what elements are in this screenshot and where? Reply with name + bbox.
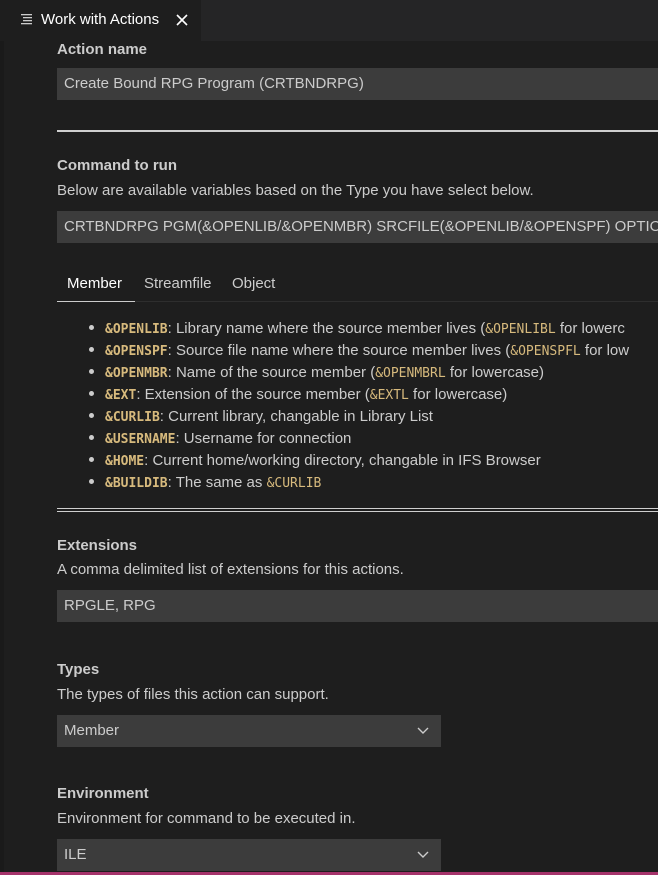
- active-tab-indicator: [57, 301, 135, 302]
- types-selected-value: Member: [64, 722, 120, 739]
- extensions-label: Extensions: [57, 537, 138, 554]
- variable-tail: for low: [580, 342, 630, 359]
- variable-name: &OPENSPF: [105, 344, 168, 359]
- command-label: Command to run: [57, 157, 177, 174]
- list-item: &EXT: Extension of the source member (&E…: [89, 386, 507, 403]
- tab-title: Work with Actions: [41, 11, 160, 28]
- bullet: [89, 478, 94, 484]
- bullet: [89, 434, 94, 440]
- variable-alt: &OPENSPFL: [510, 344, 581, 359]
- variable-tail: for lowerc: [555, 320, 625, 337]
- variable-name: &OPENMBR: [105, 366, 168, 381]
- environment-label: Environment: [57, 785, 149, 802]
- action-name-label: Action name: [57, 41, 148, 58]
- variable-name: &OPENLIB: [105, 322, 168, 337]
- list-item: &OPENSPF: Source file name where the sou…: [89, 342, 629, 359]
- bullet: [89, 456, 94, 462]
- variable-name: &BUILDIB: [105, 476, 168, 491]
- variable-name: &USERNAME: [105, 432, 176, 447]
- variable-text: : Current library, changable in Library …: [159, 408, 433, 425]
- variable-alt: &OPENLIBL: [485, 322, 556, 337]
- extensions-input[interactable]: RPGLE, RPG: [57, 590, 658, 622]
- variable-text: : The same as: [167, 474, 267, 491]
- list-item: &OPENMBR: Name of the source member (&OP…: [89, 364, 544, 381]
- list-item: &OPENLIB: Library name where the source …: [89, 320, 625, 337]
- chevron-down-icon: [417, 727, 429, 734]
- section-divider: [57, 508, 658, 509]
- variable-name: &EXT: [105, 388, 137, 403]
- types-select[interactable]: Member: [57, 715, 441, 747]
- tab-streamfile[interactable]: Streamfile: [144, 275, 212, 292]
- variable-tail: for lowercase): [445, 364, 545, 381]
- tab-work-with-actions[interactable]: Work with Actions: [0, 0, 201, 41]
- variable-text: : Library name where the source member l…: [167, 320, 486, 337]
- variable-text: : Current home/working directory, changa…: [144, 452, 541, 469]
- chevron-down-icon: [417, 851, 429, 858]
- bullet: [89, 390, 94, 396]
- tab-member[interactable]: Member: [67, 275, 122, 292]
- actions-form: Action name Create Bound RPG Program (CR…: [0, 41, 658, 875]
- list-item: &USERNAME: Username for connection: [89, 430, 351, 447]
- environment-description: Environment for command to be executed i…: [57, 810, 356, 827]
- variable-text: : Extension of the source member (: [136, 386, 370, 403]
- variable-tail: for lowercase): [408, 386, 508, 403]
- variable-name: &HOME: [105, 454, 145, 469]
- bullet: [89, 412, 94, 418]
- command-description: Below are available variables based on t…: [57, 182, 534, 199]
- environment-select[interactable]: ILE: [57, 839, 441, 871]
- close-icon[interactable]: [175, 13, 189, 27]
- bullet: [89, 324, 94, 330]
- list-item: &HOME: Current home/working directory, c…: [89, 452, 541, 469]
- preview-icon: [21, 14, 32, 25]
- types-description: The types of files this action can suppo…: [57, 686, 329, 703]
- bullet: [89, 346, 94, 352]
- bullet: [89, 368, 94, 374]
- action-name-input[interactable]: Create Bound RPG Program (CRTBNDRPG): [57, 68, 658, 100]
- variable-alt: &EXTL: [369, 388, 409, 403]
- list-item: &BUILDIB: The same as &CURLIB: [89, 474, 321, 491]
- variable-alt: &CURLIB: [266, 476, 322, 491]
- environment-selected-value: ILE: [64, 846, 87, 863]
- section-divider: [57, 130, 658, 132]
- extensions-description: A comma delimited list of extensions for…: [57, 561, 404, 578]
- tab-strip-divider: [135, 301, 658, 302]
- variable-text: : Username for connection: [175, 430, 352, 447]
- variable-text: : Name of the source member (: [167, 364, 376, 381]
- section-divider: [57, 511, 658, 512]
- variable-name: &CURLIB: [105, 410, 160, 425]
- editor-tab-bar: Work with Actions: [0, 0, 658, 41]
- variable-text: : Source file name where the source memb…: [167, 342, 511, 359]
- command-input[interactable]: CRTBNDRPG PGM(&OPENLIB/&OPENMBR) SRCFILE…: [57, 211, 658, 243]
- variable-alt: &OPENMBRL: [375, 366, 446, 381]
- tab-object[interactable]: Object: [232, 275, 275, 292]
- types-label: Types: [57, 661, 100, 678]
- list-item: &CURLIB: Current library, changable in L…: [89, 408, 433, 425]
